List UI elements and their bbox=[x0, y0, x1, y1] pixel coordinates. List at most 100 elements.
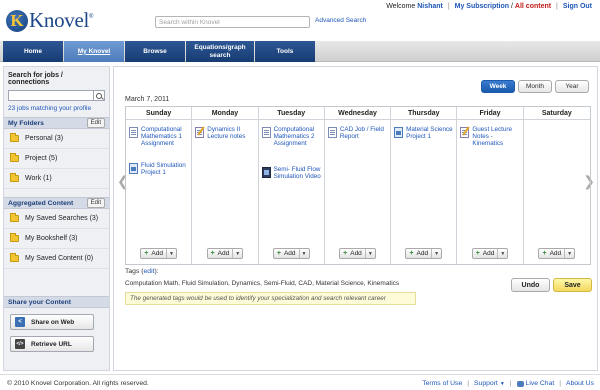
aggregated-content-header: Aggregated Content Edit bbox=[4, 197, 109, 209]
chevron-down-icon[interactable]: ▼ bbox=[500, 381, 505, 387]
day-column-thursday: Thursday Material Science Project 1 + Add… bbox=[391, 107, 458, 264]
view-tab-year[interactable]: Year bbox=[555, 80, 589, 93]
calendar-event[interactable]: Computational Mathematics 2 Assignment bbox=[261, 126, 324, 148]
calendar-event[interactable]: Computational Mathematics 1 Assignment bbox=[129, 126, 191, 148]
calendar-event[interactable]: Dynamics II Lecture notes bbox=[195, 126, 257, 140]
view-tab-month[interactable]: Month bbox=[518, 80, 552, 93]
search-input[interactable] bbox=[155, 16, 310, 28]
add-button[interactable]: + Add ▼ bbox=[140, 248, 177, 259]
add-button[interactable]: + Add ▼ bbox=[405, 248, 443, 259]
retrieve-url-button[interactable]: </> Retrieve URL bbox=[10, 336, 94, 352]
day-header: Tuesday bbox=[258, 107, 324, 120]
user-name-link[interactable]: Nishant bbox=[417, 3, 443, 10]
separator: | bbox=[447, 3, 450, 10]
search-icon[interactable] bbox=[94, 90, 105, 101]
day-header: Saturday bbox=[523, 107, 590, 120]
terms-of-use-link[interactable]: Terms of Use bbox=[422, 380, 462, 387]
folders-edit-button[interactable]: Edit bbox=[86, 118, 105, 128]
knovel-logo-mark: K bbox=[6, 9, 28, 32]
separator: | bbox=[559, 380, 562, 387]
plus-icon: + bbox=[276, 250, 281, 257]
support-link[interactable]: Support bbox=[474, 380, 498, 387]
add-label: Add bbox=[151, 250, 163, 257]
retrieve-url-label: Retrieve URL bbox=[31, 340, 72, 348]
tab-browse[interactable]: Browse bbox=[125, 41, 185, 62]
add-row: + Add ▼ bbox=[126, 248, 191, 259]
tags-area: Tags (edit): Computation Math, Fluid Sim… bbox=[125, 268, 505, 305]
day-column-tuesday: Tuesday Computational Mathematics 2 Assi… bbox=[258, 107, 325, 264]
my-subscription-link[interactable]: My Subscription bbox=[455, 3, 509, 10]
save-button[interactable]: Save bbox=[553, 278, 592, 292]
sign-out-link[interactable]: Sign Out bbox=[563, 3, 592, 10]
share-on-web-button[interactable]: < Share on Web bbox=[10, 314, 94, 330]
add-main: + Add bbox=[539, 249, 566, 258]
jobs-search-input[interactable] bbox=[8, 90, 95, 101]
add-main: + Add bbox=[141, 249, 167, 258]
chevron-down-icon[interactable]: ▼ bbox=[300, 249, 309, 258]
folder-item-bookshelf[interactable]: My Bookshelf (3) bbox=[4, 229, 109, 249]
tags-edit-link[interactable]: edit bbox=[144, 268, 155, 275]
jobs-matching-link[interactable]: 23 jobs matching your profile bbox=[8, 105, 105, 112]
folder-item-saved-searches[interactable]: My Saved Searches (3) bbox=[4, 209, 109, 229]
share-on-web-label: Share on Web bbox=[31, 318, 75, 326]
separator: | bbox=[467, 380, 470, 387]
chevron-down-icon[interactable]: ▼ bbox=[432, 249, 441, 258]
folder-label: Work (1) bbox=[25, 175, 52, 182]
pencil-icon bbox=[195, 127, 205, 138]
folder-item-personal[interactable]: Personal (3) bbox=[4, 129, 109, 149]
calendar-event[interactable]: Semi- Fluid Flow Simulation Video bbox=[261, 166, 324, 180]
nav-tabs: Home My Knovel Browse Equations/graph se… bbox=[3, 41, 316, 62]
add-main: + Add bbox=[208, 249, 234, 258]
tags-values: Computation Math, Fluid Simulation, Dyna… bbox=[125, 280, 400, 287]
calendar-event[interactable]: Fluid Simulation Project 1 bbox=[129, 162, 191, 176]
folder-item-project[interactable]: Project (5) bbox=[4, 149, 109, 169]
add-button[interactable]: + Add ▼ bbox=[471, 248, 509, 259]
jobs-search-row bbox=[8, 90, 105, 101]
chevron-down-icon[interactable]: ▼ bbox=[233, 249, 242, 258]
plus-icon: + bbox=[144, 250, 149, 257]
aggregated-edit-button[interactable]: Edit bbox=[86, 198, 105, 208]
folder-item-saved-content[interactable]: My Saved Content (0) bbox=[4, 249, 109, 269]
calendar-event[interactable]: Guest Lecture Notes - Kinematics bbox=[460, 126, 522, 148]
event-title: Computational Mathematics 2 Assignment bbox=[273, 126, 315, 148]
all-content-link[interactable]: All content bbox=[515, 3, 551, 10]
knovel-logo[interactable]: K Knovel ® bbox=[6, 8, 93, 33]
undo-button[interactable]: Undo bbox=[511, 278, 550, 292]
add-button[interactable]: + Add ▼ bbox=[538, 248, 576, 259]
add-main: + Add bbox=[406, 249, 433, 258]
tab-equations-graph-search[interactable]: Equations/graph search bbox=[186, 41, 254, 62]
folder-icon bbox=[10, 253, 19, 262]
chevron-down-icon[interactable]: ▼ bbox=[565, 249, 574, 258]
chevron-down-icon[interactable]: ▼ bbox=[366, 249, 375, 258]
view-tab-week[interactable]: Week bbox=[481, 80, 515, 93]
calendar-event[interactable]: CAD Job / Field Report bbox=[327, 126, 390, 140]
calendar-event[interactable]: Material Science Project 1 bbox=[394, 126, 456, 140]
document-icon bbox=[327, 127, 337, 138]
folder-icon bbox=[10, 173, 19, 182]
add-button[interactable]: + Add ▼ bbox=[206, 248, 244, 259]
plus-icon: + bbox=[409, 250, 414, 257]
chevron-down-icon[interactable]: ▼ bbox=[167, 249, 176, 258]
advanced-search-link[interactable]: Advanced Search bbox=[315, 17, 366, 24]
day-column-sunday: Sunday Computational Mathematics 1 Assig… bbox=[126, 107, 193, 264]
add-button[interactable]: + Add ▼ bbox=[272, 248, 310, 259]
live-chat-link[interactable]: Live Chat bbox=[526, 380, 555, 387]
footer: © 2010 Knovel Corporation. All rights re… bbox=[0, 374, 600, 390]
add-row: + Add ▼ bbox=[457, 248, 522, 259]
tab-home[interactable]: Home bbox=[3, 41, 63, 62]
tab-my-knovel[interactable]: My Knovel bbox=[64, 41, 124, 62]
add-label: Add bbox=[416, 250, 429, 257]
chevron-down-icon[interactable]: ▼ bbox=[498, 249, 507, 258]
tags-label: Tags bbox=[125, 268, 140, 275]
week-calendar: Sunday Computational Mathematics 1 Assig… bbox=[125, 106, 591, 265]
calendar-panel: Week Month Year March 7, 2011 ❮ ❯ Sunday… bbox=[113, 66, 598, 371]
folder-icon bbox=[10, 213, 19, 222]
add-button[interactable]: + Add ▼ bbox=[339, 248, 376, 259]
add-label: Add bbox=[482, 250, 495, 257]
about-us-link[interactable]: About Us bbox=[566, 380, 594, 387]
event-title: Fluid Simulation Project 1 bbox=[141, 162, 186, 177]
folder-item-work[interactable]: Work (1) bbox=[4, 169, 109, 189]
copyright-text: © 2010 Knovel Corporation. All rights re… bbox=[7, 380, 149, 387]
tab-tools[interactable]: Tools bbox=[255, 41, 315, 62]
code-icon: </> bbox=[15, 339, 25, 349]
